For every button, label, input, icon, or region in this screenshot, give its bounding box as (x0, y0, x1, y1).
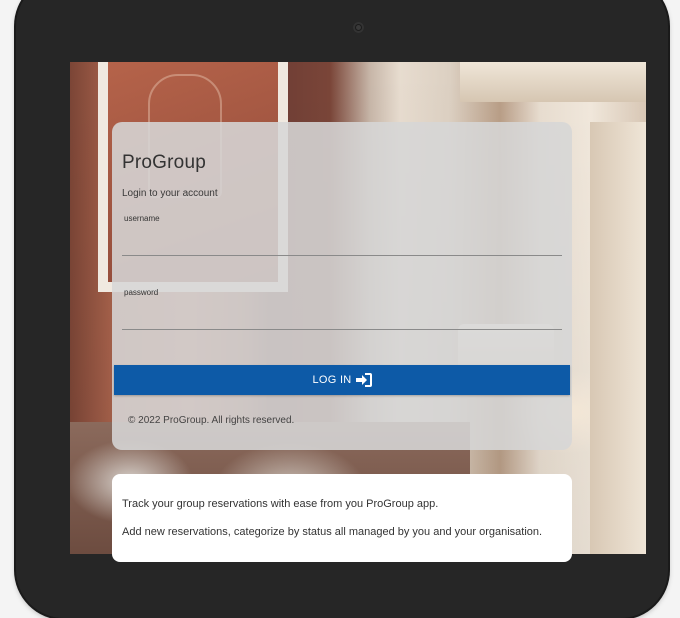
login-subtitle: Login to your account (122, 188, 218, 199)
login-card: ProGroup Login to your account username … (112, 122, 572, 450)
background-ceiling (460, 62, 646, 102)
password-input[interactable] (122, 308, 562, 330)
info-text-tracking: Track your group reservations with ease … (122, 498, 439, 510)
background-door (590, 122, 646, 554)
camera-icon (353, 22, 364, 33)
login-button-label: LOG IN (312, 374, 352, 386)
password-label: password (124, 288, 159, 297)
username-label: username (124, 214, 160, 223)
info-text-reservations: Add new reservations, categorize by stat… (122, 526, 543, 538)
info-card: Track your group reservations with ease … (112, 474, 572, 562)
brand-title: ProGroup (122, 152, 206, 173)
username-input[interactable] (122, 234, 562, 256)
sign-in-icon (355, 373, 372, 387)
copyright-text: © 2022 ProGroup. All rights reserved. (128, 415, 295, 426)
login-button[interactable]: LOG IN (114, 365, 570, 395)
